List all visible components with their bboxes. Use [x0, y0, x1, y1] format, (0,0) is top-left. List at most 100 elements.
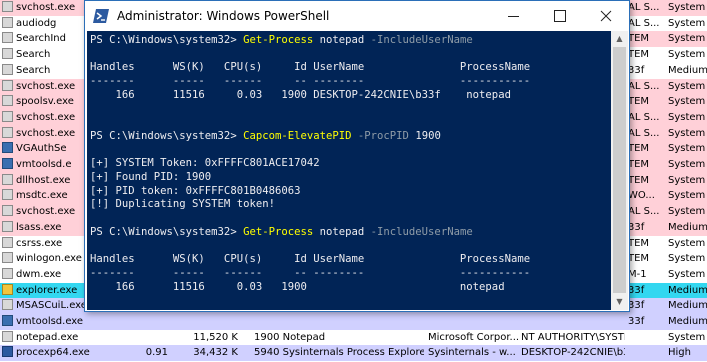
process-icon: [2, 32, 13, 44]
powershell-window[interactable]: Administrator: Windows PowerShell PS C:\…: [84, 0, 630, 312]
process-name: lsass.exe: [16, 221, 62, 233]
process-desc-cell: Sysinternals - w...: [428, 347, 516, 359]
user-cell: 33f: [628, 221, 645, 233]
user-cell: 33f: [628, 284, 645, 296]
process-icon: [2, 299, 13, 311]
command-name: Get-Process: [243, 34, 314, 46]
integrity-cell: System: [668, 127, 706, 139]
user-cell: 33f: [628, 316, 645, 327]
integrity-cell: System: [668, 17, 706, 29]
process-name: svchost.exe: [16, 2, 76, 13]
command-value: 1900: [408, 129, 441, 142]
vertical-scrollbar[interactable]: ▲ ▼: [611, 31, 628, 310]
process-icon: [2, 220, 13, 232]
process-icon: [2, 252, 13, 264]
user-cell: 33f: [628, 300, 645, 312]
process-row-right[interactable]: AL S... System: [625, 109, 707, 126]
console-prompt-line: PS C:\Windows\system32> Get-Process note…: [90, 226, 473, 239]
process-icon: [2, 236, 13, 248]
integrity-cell: System: [668, 206, 706, 218]
process-row-right[interactable]: TEM System: [625, 251, 707, 268]
process-row-right[interactable]: TEM System: [625, 31, 707, 48]
process-row-right[interactable]: TEM System: [625, 47, 707, 64]
user-cell: TEM: [628, 49, 650, 61]
integrity-cell: System: [668, 268, 706, 280]
process-row-right[interactable]: AL S... System: [625, 15, 707, 32]
process-row-right[interactable]: 33f Medium: [625, 314, 707, 330]
process-row-right[interactable]: TEM System: [625, 157, 707, 173]
integrity-cell: Medium: [668, 284, 707, 296]
integrity-cell: System: [668, 253, 706, 265]
process-row-right[interactable]: 33f Medium: [625, 219, 707, 236]
process-user-cell: NT AUTHORITY\SYSTEM: [521, 331, 625, 343]
process-row-right[interactable]: TEM System: [625, 172, 707, 189]
prompt-text: PS C:\Windows\system32>: [90, 129, 244, 142]
prompt-text: PS C:\Windows\system32>: [90, 225, 244, 238]
process-row-right[interactable]: TEM System: [625, 235, 707, 252]
process-row-right[interactable]: M-1 System: [625, 266, 707, 283]
process-name: VGAuthSe: [16, 143, 67, 155]
process-name: audiodg: [16, 17, 57, 29]
console-output-line: ------- ----- ------ -- -------- -------…: [90, 75, 531, 88]
integrity-cell: System: [668, 33, 706, 45]
process-row[interactable]: vmtoolsd.exe: [0, 314, 707, 330]
process-row-right[interactable]: AL S... System: [625, 204, 707, 221]
process-row-right[interactable]: TEM System: [625, 94, 707, 111]
process-row-right[interactable]: System: [625, 329, 707, 346]
process-row-right[interactable]: 33f Medium: [625, 62, 707, 79]
process-row-right[interactable]: TEM System: [625, 141, 707, 158]
integrity-cell: System: [668, 331, 706, 343]
process-icon: [2, 16, 13, 28]
process-row-right[interactable]: 33f Medium: [625, 282, 707, 299]
integrity-cell: System: [668, 96, 706, 108]
process-icon: [2, 267, 13, 279]
process-name-cell: notepad.exe: [2, 330, 114, 346]
process-name: dllhost.exe: [16, 174, 71, 186]
command-name: Get-Process: [243, 225, 314, 238]
process-name: vmtoolsd.exe: [16, 316, 84, 327]
title-bar[interactable]: Administrator: Windows PowerShell: [85, 1, 629, 31]
process-row-right[interactable]: AL S... System: [625, 78, 707, 95]
process-row[interactable]: notepad.exe 11,520 K 1900 Notepad Microsoft…: [0, 329, 707, 346]
process-name: svchost.exe: [16, 80, 76, 92]
scroll-down-icon[interactable]: ▼: [611, 294, 628, 310]
user-cell: M-1: [628, 268, 647, 280]
process-row-right[interactable]: 33f Medium: [625, 298, 707, 315]
integrity-cell: Medium: [668, 316, 707, 327]
process-name: svchost.exe: [16, 127, 76, 139]
scrollbar-thumb[interactable]: [613, 47, 626, 293]
process-name-cell: vmtoolsd.exe: [2, 314, 114, 330]
process-name: winlogon.exe: [16, 253, 82, 265]
integrity-cell: Medium: [668, 221, 707, 233]
process-row-right[interactable]: AL S... System: [625, 0, 707, 16]
process-name: explorer.exe: [16, 284, 78, 296]
integrity-cell: System: [668, 80, 706, 92]
process-name: svchost.exe: [16, 111, 76, 123]
command-parameter: -IncludeUserName: [370, 225, 473, 238]
integrity-cell: System: [668, 174, 706, 186]
minimize-icon: [508, 16, 519, 17]
process-explorer-right-columns: AL S... System AL S... System TEM System TEM Sy…: [625, 0, 707, 362]
console-prompt-line: PS C:\Windows\system32> Capcom-ElevatePI…: [90, 130, 441, 143]
process-row[interactable]: procexp64.exe 0.91 34,432 K 5940 Sysinterna…: [0, 345, 707, 362]
process-name: svchost.exe: [16, 206, 76, 218]
process-row-right[interactable]: AL S... System: [625, 125, 707, 142]
scroll-up-icon[interactable]: ▲: [611, 31, 628, 47]
user-cell: AL S...: [628, 2, 660, 13]
minimize-button[interactable]: [491, 1, 537, 31]
close-button[interactable]: [583, 1, 629, 31]
user-cell: AL S...: [628, 17, 660, 29]
process-icon: [2, 189, 13, 201]
console-output-line: [+] PID token: 0xFFFFC801B0486063: [90, 184, 301, 197]
process-row-right[interactable]: High: [625, 345, 707, 362]
process-icon: [2, 79, 13, 91]
integrity-cell: System: [668, 143, 706, 155]
user-cell: TEM: [628, 33, 650, 45]
process-name: vmtoolsd.e: [16, 159, 72, 170]
process-row-right[interactable]: WO... System: [625, 188, 707, 205]
process-icon: [2, 142, 13, 154]
console-output[interactable]: PS C:\Windows\system32> Get-Process note…: [87, 31, 611, 310]
process-name: MSASCuiL.exe: [16, 300, 87, 312]
maximize-button[interactable]: [537, 1, 583, 31]
process-icon: [2, 205, 13, 217]
